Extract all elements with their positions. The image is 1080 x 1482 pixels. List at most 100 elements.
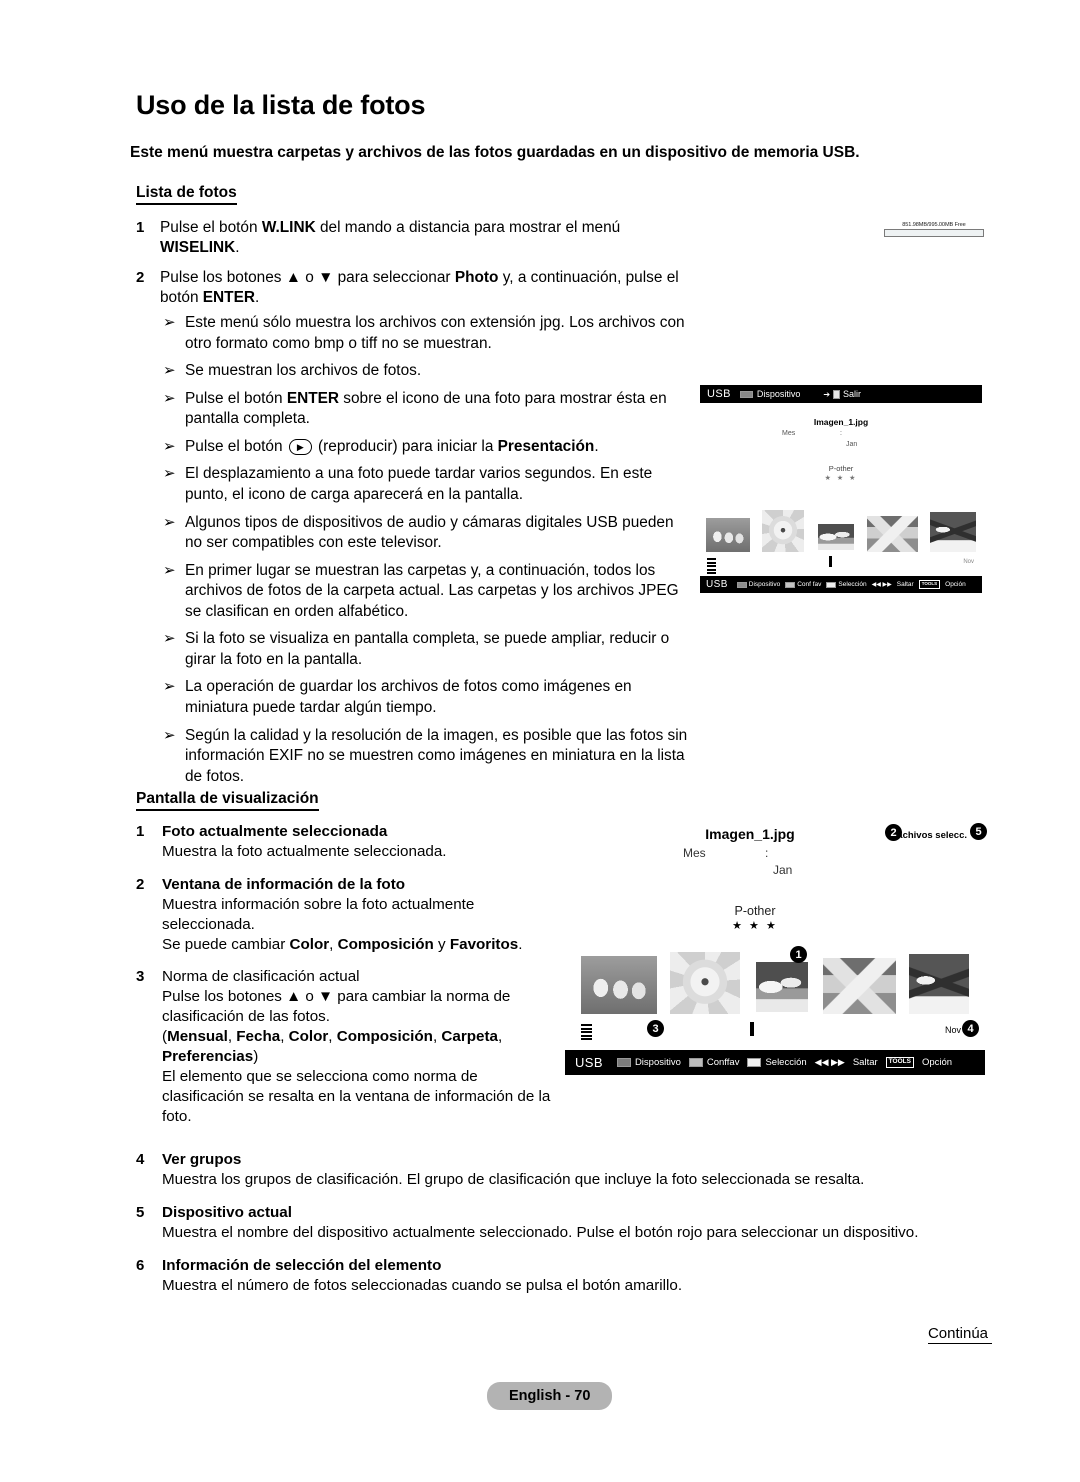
thumbnail-item[interactable] xyxy=(706,518,750,552)
tv1-file-name: Imagen_1.jpg xyxy=(813,417,869,427)
tv2-favorite-stars: ★ ★ ★ xyxy=(732,920,778,932)
callout-badge-4: 4 xyxy=(962,1020,979,1037)
display-item: 2 Ventana de información de la foto Muestr… xyxy=(136,875,556,955)
note-bullet: ➢ Pulse el botón ▶ (reproducir) para inic… xyxy=(163,437,693,458)
continued-link[interactable]: Continúa xyxy=(927,1325,992,1344)
tv1-bottom-bar: USB Dispositivo Conf fav Selección ◀◀ ▶▶… xyxy=(700,576,982,593)
display-item-title: Ventana de información de la foto xyxy=(162,875,406,893)
thumbnail-item[interactable] xyxy=(930,512,976,552)
tv2-bottom-device-button[interactable]: Dispositivo xyxy=(616,1057,681,1068)
callout-badge-3: 3 xyxy=(647,1020,664,1037)
tv1-composition-value: P-other xyxy=(828,464,854,473)
arrow-bullet-icon: ➢ xyxy=(163,361,176,380)
note-bullet: ➢ Este menú sólo muestra los archivos con… xyxy=(163,313,693,354)
exit-door-icon xyxy=(833,389,841,399)
tv1-bottom-conffav-button[interactable]: Conf fav xyxy=(785,581,821,588)
thumbnail-item-selected[interactable] xyxy=(753,960,810,1014)
tv2-bottom-bar: USB Dispositivo Conffav Selección ◀◀ ▶▶ … xyxy=(565,1050,985,1075)
tv1-top-bar: USB Dispositivo ➔ Salir xyxy=(700,385,982,403)
tv1-month-value: Jan xyxy=(846,441,858,448)
tv2-selected-count-label: 1achivos selecc. xyxy=(892,830,967,841)
tv1-photo-info-window: Imagen_1.jpg Mes : Jan P-other ★ ★ ★ xyxy=(700,403,982,508)
note-bullet: ➢ Según la calidad y la resolución de la … xyxy=(163,726,693,788)
thumbnail-item[interactable] xyxy=(761,510,804,552)
arrow-bullet-icon: ➢ xyxy=(163,725,176,744)
page-number-badge: English - 70 xyxy=(487,1382,613,1410)
tv1-device-label: Dispositivo xyxy=(756,389,801,399)
red-button-chip-icon xyxy=(736,581,747,588)
note-bullet: ➢ El desplazamiento a una foto puede tard… xyxy=(163,464,693,505)
tv2-sort-label: Mes xyxy=(683,846,706,860)
step-item: 1 Pulse el botón W.LINK del mando a dista… xyxy=(136,218,696,259)
step-text: Pulse los botones ▲ o ▼ para seleccionar… xyxy=(160,268,679,307)
callout-badge-2: 2 xyxy=(885,824,902,841)
tv2-group-right-label: Nov xyxy=(944,1025,961,1035)
display-item-body: Ventana de información de la foto Muestra… xyxy=(162,875,556,955)
note-text: La operación de guardar los archivos de … xyxy=(185,678,632,716)
memory-usage-indicator: 851.98MB/995.00MB Free xyxy=(884,222,984,237)
tv1-exit-label: Salir xyxy=(843,389,862,399)
yellow-button-chip-icon xyxy=(826,581,837,588)
display-item-desc: Muestra el nombre del dispositivo actual… xyxy=(162,1223,919,1241)
intro-paragraph: Este menú muestra carpetas y archivos de… xyxy=(130,144,860,161)
memory-usage-label: 851.98MB/995.00MB Free xyxy=(902,222,966,228)
tv2-month-value: Jan xyxy=(773,863,793,877)
tools-chip-icon[interactable]: TOOLS xyxy=(885,1057,914,1068)
tv1-bottom-selection-button[interactable]: Selección xyxy=(826,581,867,588)
tv1-sort-colon: : xyxy=(840,430,842,437)
display-item-body: Foto actualmente seleccionada Muestra la … xyxy=(162,822,447,862)
arrow-bullet-icon: ➢ xyxy=(163,560,176,579)
display-item-desc: Muestra el número de fotos seleccionadas… xyxy=(162,1276,683,1294)
display-item-number: 1 xyxy=(136,823,145,840)
tv1-bottom-selection-label: Selección xyxy=(838,581,867,588)
thumbnail-item-selected[interactable] xyxy=(815,522,856,552)
tv1-bottom-skip-label: Saltar xyxy=(896,581,914,588)
display-item-body: Información de selección del elemento Mue… xyxy=(162,1256,682,1296)
page-title: Uso de la lista de fotos xyxy=(136,90,426,120)
memory-usage-track xyxy=(884,229,984,237)
note-bullet: ➢ En primer lugar se muestran las carpeta… xyxy=(163,561,693,623)
group-list-icon xyxy=(707,558,716,576)
display-item: 5 Dispositivo actual Muestra el nombre del… xyxy=(136,1203,956,1243)
section-heading-lista-de-fotos: Lista de fotos xyxy=(136,183,237,206)
section-heading-label-2: Pantalla de visualización xyxy=(136,789,319,812)
tv1-group-bar: Nov xyxy=(700,552,982,576)
tv2-bottom-device-label: Dispositivo xyxy=(634,1057,681,1068)
group-marker-icon xyxy=(750,1022,754,1036)
tv1-device-button[interactable]: Dispositivo xyxy=(739,389,801,399)
display-item: 4 Ver grupos Muestra los grupos de clasifi… xyxy=(136,1150,956,1190)
tv2-composition-value: P-other xyxy=(734,904,776,918)
tv-screenshot-annotated: Imagen_1.jpg Mes : Jan P-other ★ ★ ★ 1ac… xyxy=(565,822,987,1102)
tv1-bottom-usb-label: USB xyxy=(706,579,728,590)
exit-arrow-icon: ➔ xyxy=(823,389,831,399)
display-item: 6 Información de selección del elemento Mu… xyxy=(136,1256,956,1296)
display-item-desc: Muestra la foto actualmente seleccionada… xyxy=(162,842,447,860)
arrow-bullet-icon: ➢ xyxy=(163,388,176,407)
display-item-desc: Pulse los botones ▲ o ▼ para cambiar la … xyxy=(162,988,551,1125)
notes-bullet-list: ➢ Este menú sólo muestra los archivos con… xyxy=(163,313,693,794)
display-item-title: Norma de clasificación actual xyxy=(162,968,360,986)
tv1-exit-button[interactable]: ➔ Salir xyxy=(823,389,861,399)
tools-chip-icon[interactable]: TOOLS xyxy=(918,580,941,589)
tv1-bottom-option-label: Opción xyxy=(945,581,966,588)
note-bullet: ➢ La operación de guardar los archivos de… xyxy=(163,677,693,718)
arrow-bullet-icon: ➢ xyxy=(163,313,176,331)
display-items-list: 1 Foto actualmente seleccionada Muestra la… xyxy=(136,822,556,1140)
thumbnail-item[interactable] xyxy=(822,958,896,1014)
thumbnail-item[interactable] xyxy=(670,952,741,1014)
callout-badge-1: 1 xyxy=(790,946,807,963)
thumbnail-item[interactable] xyxy=(867,516,919,552)
thumbnail-item[interactable] xyxy=(909,954,969,1014)
note-bullet: ➢ Algunos tipos de dispositivos de audio … xyxy=(163,513,693,554)
tv2-bottom-selection-button[interactable]: Selección xyxy=(747,1057,807,1068)
tv2-bottom-conffav-button[interactable]: Conffav xyxy=(688,1057,739,1068)
skip-arrows-icon: ◀◀ ▶▶ xyxy=(814,1057,845,1067)
steps-list: 1 Pulse el botón W.LINK del mando a dista… xyxy=(136,218,696,318)
thumbnail-item[interactable] xyxy=(581,956,657,1014)
tv1-bottom-device-button[interactable]: Dispositivo xyxy=(736,581,780,588)
tv2-bottom-usb-label: USB xyxy=(575,1055,603,1070)
tv1-bottom-conffav-label: Conf fav xyxy=(797,581,822,588)
tv2-bottom-option-label: Opción xyxy=(921,1057,953,1068)
arrow-bullet-icon: ➢ xyxy=(163,629,176,648)
skip-arrows-icon: ◀◀ ▶▶ xyxy=(871,582,892,588)
